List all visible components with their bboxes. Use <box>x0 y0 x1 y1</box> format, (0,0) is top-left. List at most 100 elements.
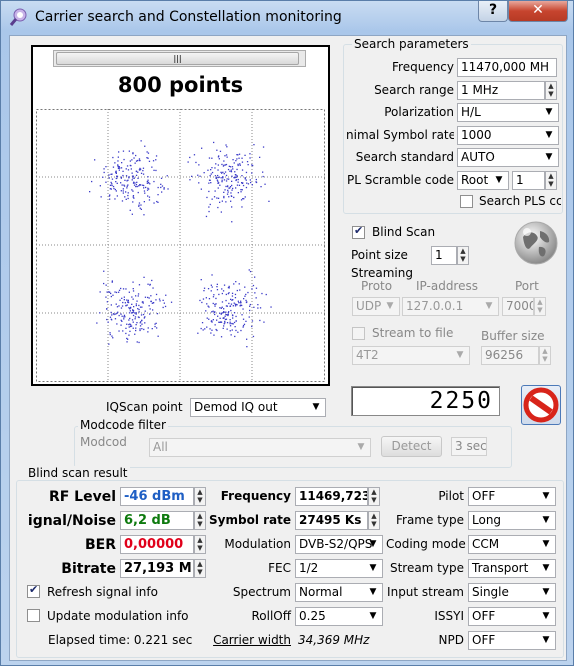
close-button[interactable]: ✕ <box>508 1 568 22</box>
refresh-signal-checkbox[interactable] <box>27 583 40 598</box>
proto-select[interactable]: UDP ▼ <box>352 297 400 316</box>
stop-button[interactable] <box>521 385 561 425</box>
constellation-point <box>126 304 128 306</box>
constellation-point <box>229 319 231 321</box>
buffer-size-input[interactable]: 96256 <box>481 346 539 365</box>
search-pls-checkbox[interactable] <box>460 195 473 208</box>
update-modulation-checkbox[interactable] <box>27 609 40 622</box>
stream-to-file-checkbox[interactable] <box>352 327 365 340</box>
pl-code-spinner[interactable]: ▲ ▼ <box>545 171 557 190</box>
pilot-select[interactable]: OFF ▼ <box>468 487 556 506</box>
constellation-point <box>149 183 151 185</box>
constellation-point <box>236 158 238 160</box>
constellation-point <box>118 169 120 171</box>
buffer-size-spinner[interactable]: ▲ ▼ <box>539 346 551 365</box>
iqscan-select[interactable]: Demod IQ out ▼ <box>190 398 326 417</box>
constellation-point <box>208 318 210 320</box>
constellation-point <box>247 183 250 185</box>
polarization-select[interactable]: H/L ▼ <box>457 103 559 122</box>
pl-code-input[interactable]: 1 <box>512 171 545 190</box>
elapsed-time: Elapsed time: 0.221 sec <box>48 633 193 647</box>
constellation-point <box>228 311 230 313</box>
stream-type-select[interactable]: Transport ▼ <box>468 559 556 578</box>
search-range-spinner[interactable]: ▲ ▼ <box>545 81 557 100</box>
constellation-point <box>237 163 239 165</box>
constellation-point <box>229 305 232 307</box>
result-frequency-spinner[interactable]: ▲ ▼ <box>368 487 380 506</box>
zoom-scrollbar[interactable]: ||| <box>53 50 306 67</box>
help-button[interactable]: ? <box>478 1 508 22</box>
constellation-point <box>201 322 204 324</box>
constellation-point <box>122 150 125 152</box>
point-size-spinner[interactable]: ▲ ▼ <box>457 246 469 265</box>
coding-mode-select[interactable]: CCM ▼ <box>468 535 556 554</box>
constellation-point <box>214 311 216 313</box>
constellation-point <box>128 334 130 336</box>
constellation-point <box>128 319 130 321</box>
constellation-point <box>210 169 212 171</box>
constellation-point <box>115 190 117 192</box>
constellation-point <box>147 331 149 333</box>
blind-scan-checkbox[interactable] <box>352 224 365 239</box>
port-spinner[interactable]: ▲ ▼ <box>534 297 546 316</box>
constellation-point <box>247 164 249 166</box>
modcode-select[interactable]: All ▼ <box>149 438 371 457</box>
fec-select[interactable]: 1/2 ▼ <box>295 559 383 578</box>
search-range-input[interactable]: 1 MHz <box>457 81 545 100</box>
detect-button[interactable]: Detect <box>381 436 442 457</box>
constellation-point <box>146 180 148 183</box>
constellation-point <box>133 306 135 308</box>
point-size-input[interactable]: 1 <box>431 246 457 265</box>
detect-timeout-input[interactable]: 3 sec <box>451 437 487 456</box>
scrollbar-thumb[interactable]: ||| <box>56 52 299 65</box>
frequency-input[interactable]: 11470,000 MH <box>457 58 557 77</box>
ip-address-select[interactable]: 127.0.0.1 ▼ <box>402 297 499 316</box>
constellation-point <box>161 185 164 187</box>
constellation-point <box>115 313 117 315</box>
constellation-point <box>235 179 237 182</box>
constellation-point <box>221 172 223 174</box>
constellation-point <box>147 296 149 299</box>
constellation-point <box>155 155 158 157</box>
stream-format-select[interactable]: 4T2 ▼ <box>352 346 470 365</box>
constellation-point <box>127 192 129 194</box>
input-stream-select[interactable]: Single ▼ <box>468 583 556 602</box>
constellation-point <box>270 306 272 308</box>
constellation-point <box>249 270 252 273</box>
symbol-rate-result-spinner[interactable]: ▲ ▼ <box>368 511 380 530</box>
constellation-point <box>193 154 196 156</box>
constellation-point <box>259 307 262 309</box>
constellation-point <box>231 206 233 208</box>
constellation-point <box>127 299 129 301</box>
constellation-point <box>198 182 200 184</box>
search-standard-select[interactable]: AUTO ▼ <box>457 148 559 167</box>
constellation-point <box>110 295 112 298</box>
npd-select[interactable]: OFF ▼ <box>468 631 556 650</box>
constellation-point <box>219 312 221 314</box>
constellation-point <box>200 327 202 330</box>
modulation-select[interactable]: DVB-S2/QPS ▼ <box>295 535 383 554</box>
constellation-point <box>215 297 217 300</box>
constellation-point <box>142 313 145 316</box>
constellation-point <box>132 201 134 203</box>
pl-mode-select[interactable]: Root ▼ <box>457 171 509 190</box>
constellation-point <box>197 174 199 176</box>
constellation-point <box>142 184 144 186</box>
issyi-select[interactable]: OFF ▼ <box>468 607 556 626</box>
chevron-down-icon: ▼ <box>542 491 550 501</box>
constellation-point <box>202 298 205 300</box>
issyi-label: ISSYI <box>434 609 464 623</box>
constellation-point <box>139 329 141 332</box>
spectrum-select[interactable]: Normal ▼ <box>295 583 383 602</box>
constellation-point <box>117 311 119 313</box>
constellation-point <box>208 182 210 184</box>
constellation-point <box>249 303 251 306</box>
constellation-point <box>132 288 134 290</box>
symbol-rate-select[interactable]: 1000 ▼ <box>457 126 559 145</box>
frame-type-select[interactable]: Long ▼ <box>468 511 556 530</box>
constellation-point <box>131 296 133 298</box>
rolloff-select[interactable]: 0.25 ▼ <box>295 607 383 626</box>
constellation-point <box>234 305 237 307</box>
port-input[interactable]: 7000 <box>502 297 534 316</box>
constellation-point <box>224 320 226 323</box>
